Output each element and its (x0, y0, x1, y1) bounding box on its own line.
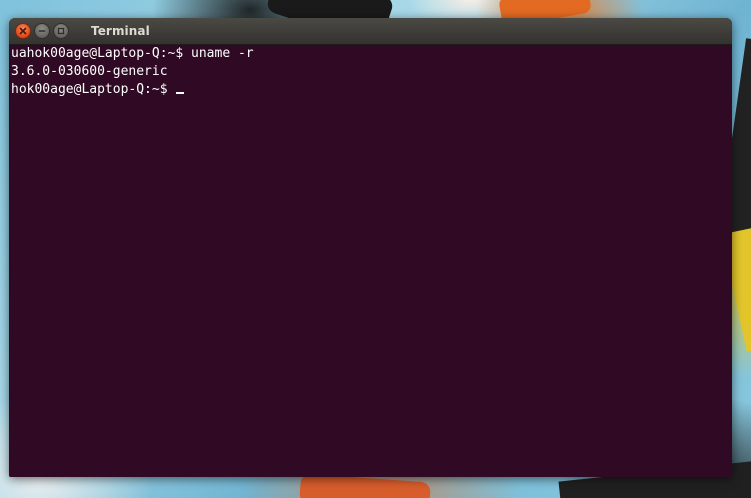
terminal-prompt: hok00age@Laptop-Q:~$ (11, 82, 176, 97)
wallpaper-shape (299, 473, 431, 498)
maximize-button[interactable] (53, 23, 69, 39)
close-icon (19, 27, 27, 35)
window-controls (15, 23, 69, 39)
desktop: Terminal uahok00age@Laptop-Q:~$ uname -r… (0, 0, 751, 498)
text-cursor (176, 92, 185, 94)
terminal-prompt-line: hok00age@Laptop-Q:~$ (11, 81, 732, 99)
terminal-output[interactable]: uahok00age@Laptop-Q:~$ uname -r 3.6.0-03… (9, 45, 732, 477)
terminal-window[interactable]: Terminal uahok00age@Laptop-Q:~$ uname -r… (9, 18, 732, 477)
window-title: Terminal (91, 24, 150, 38)
terminal-line: 3.6.0-030600-generic (11, 64, 168, 79)
maximize-icon (57, 27, 65, 35)
minimize-button[interactable] (34, 23, 50, 39)
title-bar[interactable]: Terminal (9, 18, 732, 45)
minimize-icon (38, 30, 46, 32)
terminal-line: uahok00age@Laptop-Q:~$ uname -r (11, 46, 254, 61)
close-button[interactable] (15, 23, 31, 39)
